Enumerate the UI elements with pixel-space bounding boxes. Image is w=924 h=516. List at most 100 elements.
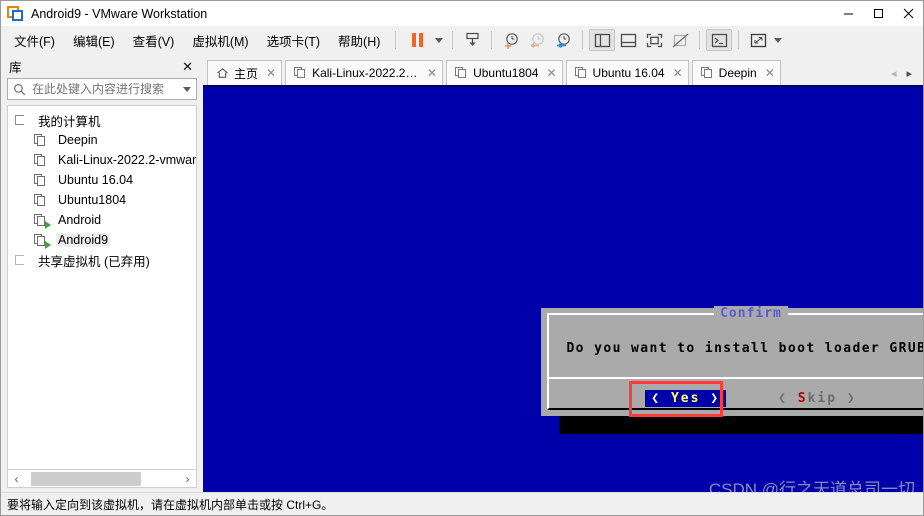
- unity-mode-button[interactable]: [667, 29, 693, 51]
- dialog-inner-frame: Confirm Do you want to install boot load…: [547, 306, 923, 417]
- close-button[interactable]: [893, 1, 923, 26]
- library-close-button[interactable]: ✕: [178, 58, 197, 75]
- dialog-title-text: Confirm: [714, 306, 788, 321]
- csdn-watermark: CSDN @行之天道总司一切: [708, 480, 915, 492]
- tab-label: Kali-Linux-2022.2-vmware-am…: [312, 66, 419, 80]
- take-snapshot-button[interactable]: [498, 29, 524, 51]
- full-screen-button[interactable]: [641, 29, 667, 51]
- scrollbar-thumb[interactable]: [31, 471, 141, 486]
- library-search-box[interactable]: [7, 78, 197, 100]
- tab-ubuntu1804[interactable]: Ubuntu1804 ✕: [446, 60, 563, 85]
- pause-icon: [411, 33, 423, 47]
- stretch-button[interactable]: [745, 29, 771, 51]
- vm-icon: [294, 67, 307, 79]
- toolbar-separator: [452, 31, 454, 49]
- dialog-message: Do you want to install boot loader GRUB?: [566, 341, 923, 356]
- tree-item-android[interactable]: Android: [8, 210, 196, 230]
- menu-vm[interactable]: 虚拟机(M): [183, 27, 257, 54]
- tab-home[interactable]: 主页 ✕: [207, 60, 283, 85]
- vm-library-tree[interactable]: 我的计算机 Deepin Kali-Linux-2022.2-vmware-a …: [7, 105, 197, 470]
- minimize-button[interactable]: [833, 1, 863, 26]
- tree-item-shared-vms[interactable]: 共享虚拟机 (已弃用): [8, 250, 196, 270]
- vm-icon: [34, 153, 50, 167]
- tree-item-my-computer[interactable]: 我的计算机: [8, 110, 196, 130]
- shared-vms-icon: [14, 253, 30, 267]
- tab-scroll-prev-icon[interactable]: ◂: [886, 67, 902, 80]
- menu-file[interactable]: 文件(F): [5, 27, 64, 54]
- power-dropdown[interactable]: [432, 29, 446, 51]
- main-body: 库 ✕ 我的计算机: [1, 54, 923, 492]
- maximize-button[interactable]: [863, 1, 893, 26]
- vm-icon: [700, 67, 714, 79]
- tab-label: Ubuntu 16.04: [592, 66, 665, 80]
- tab-deepin[interactable]: Deepin ✕: [691, 60, 781, 85]
- vm-icon: [34, 173, 50, 187]
- snapshot-manager-button[interactable]: [550, 29, 576, 51]
- scroll-left-arrow-icon[interactable]: ‹: [8, 471, 25, 487]
- manage-snapshot-button[interactable]: [459, 29, 485, 51]
- search-icon: [8, 83, 30, 96]
- menu-tabs[interactable]: 选项卡(T): [258, 27, 329, 54]
- tree-item-kali-linux[interactable]: Kali-Linux-2022.2-vmware-a: [8, 150, 196, 170]
- tab-close-icon[interactable]: ✕: [427, 66, 437, 80]
- tab-strip: 主页 ✕ Kali-Linux-2022.2-vmware-am… ✕ Ubun…: [203, 54, 923, 85]
- dialog-yes-label: ❮ Yes ❯: [645, 389, 727, 407]
- stretch-dropdown[interactable]: [771, 29, 785, 51]
- tree-item-label: 共享虚拟机 (已弃用): [38, 254, 150, 269]
- snapshot-manager-icon: [466, 32, 479, 46]
- tree-item-deepin[interactable]: Deepin: [8, 130, 196, 150]
- vmware-workstation-window: Android9 - VMware Workstation 文件(F) 编辑(E…: [0, 0, 924, 516]
- tree-item-label: Deepin: [58, 133, 98, 147]
- library-title: 库: [9, 60, 22, 75]
- tab-close-icon[interactable]: ✕: [765, 66, 775, 80]
- revert-snapshot-button[interactable]: [524, 29, 550, 51]
- title-bar: Android9 - VMware Workstation: [1, 1, 923, 26]
- vmware-logo-icon: [6, 5, 24, 23]
- vm-icon: [34, 133, 50, 147]
- toolbar-separator: [699, 31, 701, 49]
- tab-close-icon[interactable]: ✕: [673, 66, 683, 80]
- suspend-button[interactable]: [402, 29, 432, 51]
- tab-kali-linux[interactable]: Kali-Linux-2022.2-vmware-am… ✕: [285, 60, 444, 85]
- bracket-left-icon: ❮: [651, 390, 662, 406]
- tab-label: Deepin: [718, 66, 757, 80]
- show-library-button[interactable]: [589, 29, 616, 51]
- search-dropdown-button[interactable]: [178, 86, 196, 92]
- search-input[interactable]: [30, 81, 178, 97]
- scroll-right-arrow-icon[interactable]: ›: [179, 471, 196, 487]
- tree-item-ubuntu1804[interactable]: Ubuntu1804: [8, 190, 196, 210]
- menu-edit[interactable]: 编辑(E): [64, 27, 124, 54]
- vm-console[interactable]: Confirm Do you want to install boot load…: [203, 85, 923, 492]
- dialog-yes-button[interactable]: ❮ Yes ❯: [629, 380, 727, 417]
- home-icon: [216, 67, 229, 79]
- skip-text: kip: [807, 390, 838, 406]
- tree-item-label: Kali-Linux-2022.2-vmware-a: [58, 153, 196, 167]
- bracket-right-icon: ❯: [846, 390, 857, 406]
- tree-item-label: 我的计算机: [38, 114, 101, 129]
- tab-scroll-next-icon[interactable]: ▸: [901, 67, 917, 80]
- menu-help[interactable]: 帮助(H): [329, 27, 389, 54]
- library-header: 库 ✕: [1, 54, 203, 78]
- menu-view[interactable]: 查看(V): [124, 27, 184, 54]
- status-message: 要将输入定向到该虚拟机，请在虚拟机内部单击或按 Ctrl+G。: [7, 497, 334, 512]
- tab-close-icon[interactable]: ✕: [266, 66, 276, 80]
- skip-accel-char: S: [797, 390, 808, 406]
- dialog-skip-button[interactable]: ❮ Skip ❯: [778, 391, 857, 406]
- toolbar-separator: [738, 31, 740, 49]
- fullscreen-icon: [646, 33, 663, 47]
- vm-icon: [34, 193, 50, 207]
- tree-item-android9[interactable]: Android9: [8, 230, 196, 250]
- dialog-button-row: ❮ Yes ❯ ❮ Skip ❯: [549, 380, 923, 417]
- tree-item-ubuntu-1604[interactable]: Ubuntu 16.04: [8, 170, 196, 190]
- terminal-icon: [711, 33, 728, 47]
- show-thumbnail-bar-button[interactable]: [615, 29, 641, 51]
- console-button[interactable]: [706, 29, 733, 51]
- library-sidebar: 库 ✕ 我的计算机: [1, 54, 203, 492]
- tree-item-label: Ubuntu1804: [58, 193, 127, 207]
- window-title: Android9 - VMware Workstation: [31, 6, 208, 21]
- library-horizontal-scrollbar[interactable]: ‹ ›: [7, 470, 197, 488]
- dialog-title: Confirm: [549, 306, 923, 321]
- tab-ubuntu-1604[interactable]: Ubuntu 16.04 ✕: [565, 60, 689, 85]
- tab-close-icon[interactable]: ✕: [546, 66, 556, 80]
- computer-icon: [14, 113, 30, 127]
